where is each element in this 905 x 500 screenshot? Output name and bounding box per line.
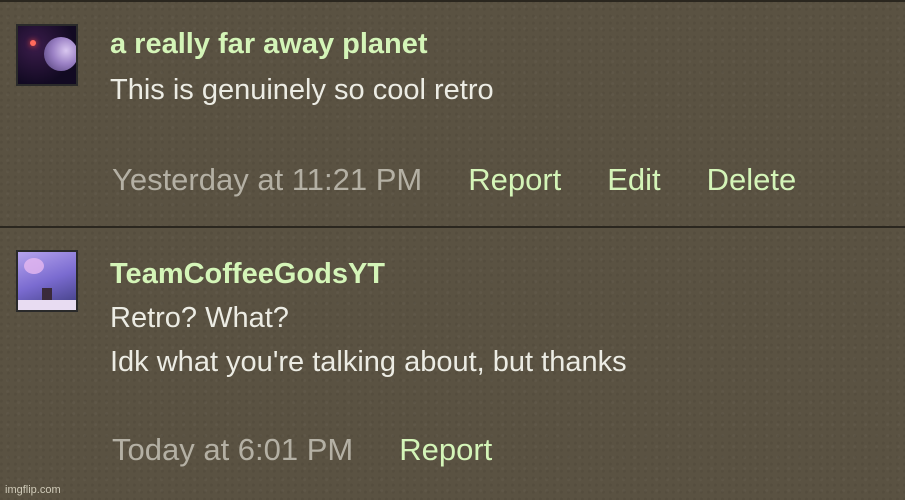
comment-text-line: Idk what you're talking about, but thank… xyxy=(110,346,627,378)
tree-shape xyxy=(24,258,44,274)
comment-item: TeamCoffeeGodsYT Retro? What? Idk what y… xyxy=(0,226,905,500)
comment-timestamp: Today at 6:01 PM xyxy=(112,432,354,467)
scene-avatar-icon[interactable] xyxy=(16,250,78,312)
comment-timestamp: Yesterday at 11:21 PM xyxy=(112,162,423,197)
planet-avatar-icon[interactable] xyxy=(16,24,78,86)
comment-item: a really far away planet This is genuine… xyxy=(0,0,905,226)
watermark: imgflip.com xyxy=(5,484,61,496)
report-link[interactable]: Report xyxy=(399,432,492,468)
report-link[interactable]: Report xyxy=(468,162,561,198)
edit-link[interactable]: Edit xyxy=(607,162,660,198)
star-shape xyxy=(30,40,36,46)
comment-text-line: Retro? What? xyxy=(110,302,289,334)
comment-meta: Today at 6:01 PM Report xyxy=(112,432,492,468)
planet-shape xyxy=(44,37,76,71)
comment-username[interactable]: TeamCoffeeGodsYT xyxy=(110,258,385,291)
ground-shape xyxy=(18,300,76,310)
comment-username[interactable]: a really far away planet xyxy=(110,28,428,61)
comment-text-line: This is genuinely so cool retro xyxy=(110,74,494,106)
comment-meta: Yesterday at 11:21 PM Report Edit Delete xyxy=(112,162,796,198)
delete-link[interactable]: Delete xyxy=(707,162,797,198)
